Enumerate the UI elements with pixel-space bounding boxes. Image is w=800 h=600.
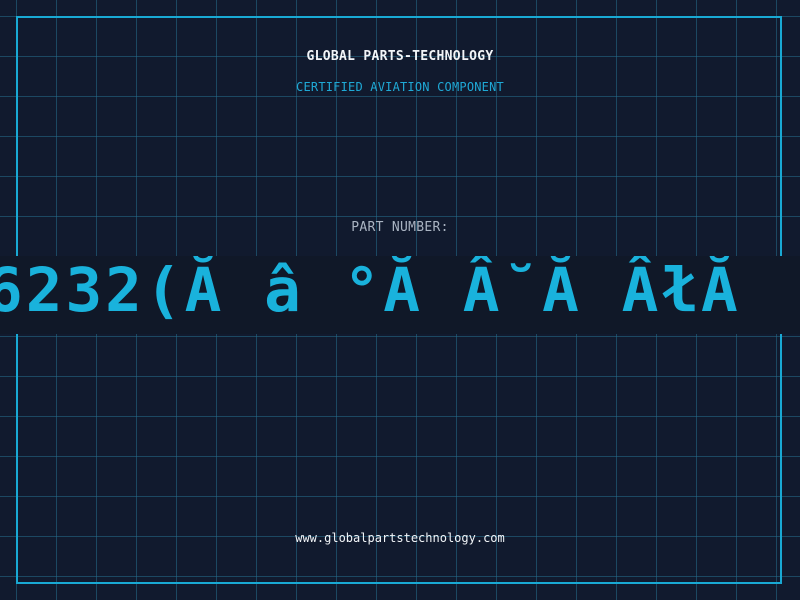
website-link[interactable]: www.globalpartstechnology.com xyxy=(0,531,800,545)
part-number-value: 6232(Ă â °Ă Â˘Ă ÂłĂ xyxy=(0,256,741,326)
part-card: GLOBAL PARTS-TECHNOLOGY CERTIFIED AVIATI… xyxy=(0,0,800,600)
part-number-label: PART NUMBER: xyxy=(351,220,449,235)
brand-subtitle: CERTIFIED AVIATION COMPONENT xyxy=(296,80,504,94)
brand-title: GLOBAL PARTS-TECHNOLOGY xyxy=(306,49,494,64)
part-number-band: 6232(Ă â °Ă Â˘Ă ÂłĂ xyxy=(0,256,800,334)
